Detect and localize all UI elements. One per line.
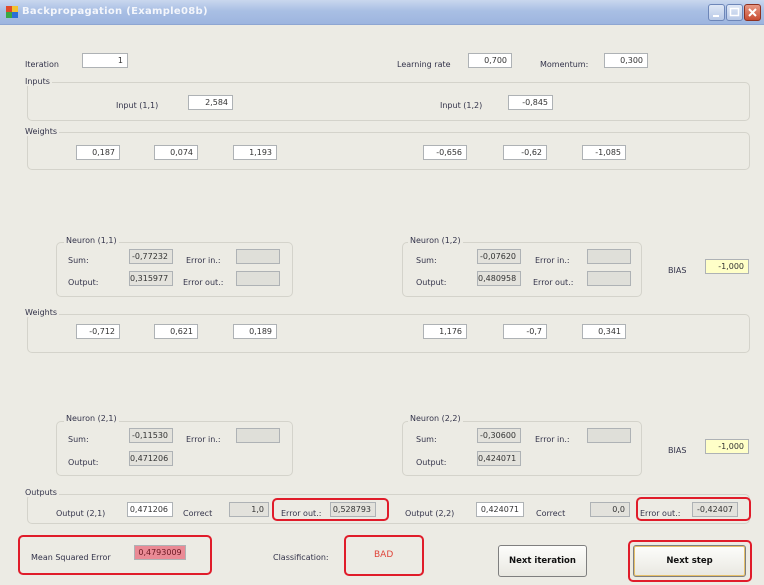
weight-2-field[interactable]: 0,074 — [154, 145, 198, 160]
maximize-button[interactable] — [726, 4, 743, 21]
bias-2-label: BIAS — [668, 446, 687, 455]
neuron-2-1-sum-field: -0,11530 — [129, 428, 173, 443]
classification-value: BAD — [374, 550, 394, 560]
input-1-2-label: Input (1,2) — [440, 101, 483, 110]
correct-2-field[interactable]: 0,0 — [590, 502, 630, 517]
neuron-1-1-sum-field: -0,77232 — [129, 249, 173, 264]
correct-1-label: Correct — [183, 509, 213, 518]
momentum-label: Momentum: — [540, 60, 589, 69]
input-1-1-label: Input (1,1) — [116, 101, 159, 110]
minimize-button[interactable] — [708, 4, 725, 21]
weight-10-field[interactable]: 1,176 — [423, 324, 467, 339]
weight-7-field[interactable]: -0,712 — [76, 324, 120, 339]
weight-4-field[interactable]: -0,656 — [423, 145, 467, 160]
next-iteration-button[interactable]: Next iteration — [498, 545, 587, 577]
close-icon — [748, 8, 757, 17]
weight-5-field[interactable]: -0,62 — [503, 145, 547, 160]
mse-label: Mean Squared Error — [31, 553, 111, 562]
neuron-1-1-error-out-field — [236, 271, 280, 286]
bias-1-field[interactable]: -1,000 — [705, 259, 749, 274]
learning-rate-field[interactable]: 0,700 — [468, 53, 512, 68]
neuron-1-2-sum-label: Sum: — [416, 256, 437, 265]
error-out-2-2-highlight — [636, 497, 751, 521]
neuron-2-2-output-label: Output: — [416, 458, 447, 467]
neuron-1-2-error-out-label: Error out.: — [533, 278, 574, 287]
weight-1-field[interactable]: 0,187 — [76, 145, 120, 160]
weight-3-field[interactable]: 1,193 — [233, 145, 277, 160]
input-1-2-field[interactable]: -0,845 — [508, 95, 553, 110]
close-button[interactable] — [744, 4, 761, 21]
weight-12-field[interactable]: 0,341 — [582, 324, 626, 339]
output-2-1-label: Output (2,1) — [56, 509, 106, 518]
neuron-1-1-title: Neuron (1,1) — [64, 236, 119, 245]
bias-2-field[interactable]: -1,000 — [705, 439, 749, 454]
error-out-2-1-highlight — [272, 498, 389, 521]
neuron-1-2-title: Neuron (1,2) — [408, 236, 463, 245]
input-1-1-field[interactable]: 2,584 — [188, 95, 233, 110]
neuron-2-1-error-in-field — [236, 428, 280, 443]
weight-8-field[interactable]: 0,621 — [154, 324, 198, 339]
neuron-1-2-output-label: Output: — [416, 278, 447, 287]
correct-2-label: Correct — [536, 509, 566, 518]
output-2-2-label: Output (2,2) — [405, 509, 455, 518]
neuron-1-1-error-in-field — [236, 249, 280, 264]
neuron-1-1-sum-label: Sum: — [68, 256, 89, 265]
neuron-2-1-output-field: 0,471206 — [129, 451, 173, 466]
iteration-field[interactable]: 1 — [82, 53, 128, 68]
neuron-2-1-output-label: Output: — [68, 458, 99, 467]
neuron-1-2-sum-field: -0,07620 — [477, 249, 521, 264]
momentum-field[interactable]: 0,300 — [604, 53, 648, 68]
neuron-2-2-sum-field: -0,30600 — [477, 428, 521, 443]
neuron-1-2-error-in-label: Error in.: — [535, 256, 570, 265]
neuron-2-1-sum-label: Sum: — [68, 435, 89, 444]
neuron-2-2-error-in-field — [587, 428, 631, 443]
bias-1-label: BIAS — [668, 266, 687, 275]
neuron-1-1-error-in-label: Error in.: — [186, 256, 221, 265]
weights-group-2 — [27, 314, 750, 353]
weight-11-field[interactable]: -0,7 — [503, 324, 547, 339]
neuron-2-2-error-in-label: Error in.: — [535, 435, 570, 444]
neuron-1-1-output-field: 0,315977 — [129, 271, 173, 286]
next-step-highlight — [628, 540, 752, 582]
inputs-title: Inputs — [23, 77, 52, 86]
neuron-1-1-output-label: Output: — [68, 278, 99, 287]
weights-title-1: Weights — [23, 127, 60, 136]
neuron-2-2-title: Neuron (2,2) — [408, 414, 463, 423]
maximize-icon — [729, 7, 740, 17]
mse-field: 0,4793009 — [134, 545, 186, 560]
output-2-2-field: 0,424071 — [476, 502, 524, 517]
iteration-label: Iteration — [25, 60, 59, 69]
neuron-1-2-output-field: 0,480958 — [477, 271, 521, 286]
neuron-1-2-error-in-field — [587, 249, 631, 264]
outputs-title: Outputs — [23, 488, 59, 497]
neuron-1-1-error-out-label: Error out.: — [183, 278, 224, 287]
weights-title-2: Weights — [23, 308, 60, 317]
output-2-1-field: 0,471206 — [127, 502, 173, 517]
minimize-icon — [713, 15, 719, 17]
weight-9-field[interactable]: 0,189 — [233, 324, 277, 339]
neuron-2-1-error-in-label: Error in.: — [186, 435, 221, 444]
correct-1-field[interactable]: 1,0 — [229, 502, 269, 517]
neuron-2-2-output-field: 0,424071 — [477, 451, 521, 466]
classification-label: Classification: — [273, 553, 329, 562]
learning-rate-label: Learning rate — [397, 60, 451, 69]
neuron-2-2-sum-label: Sum: — [416, 435, 437, 444]
window-title: Backpropagation (Example08b) — [22, 6, 208, 17]
app-icon — [6, 6, 18, 18]
weight-6-field[interactable]: -1,085 — [582, 145, 626, 160]
neuron-2-1-title: Neuron (2,1) — [64, 414, 119, 423]
neuron-1-2-error-out-field — [587, 271, 631, 286]
title-bar: Backpropagation (Example08b) — [0, 0, 764, 25]
weights-group-1 — [27, 132, 750, 170]
